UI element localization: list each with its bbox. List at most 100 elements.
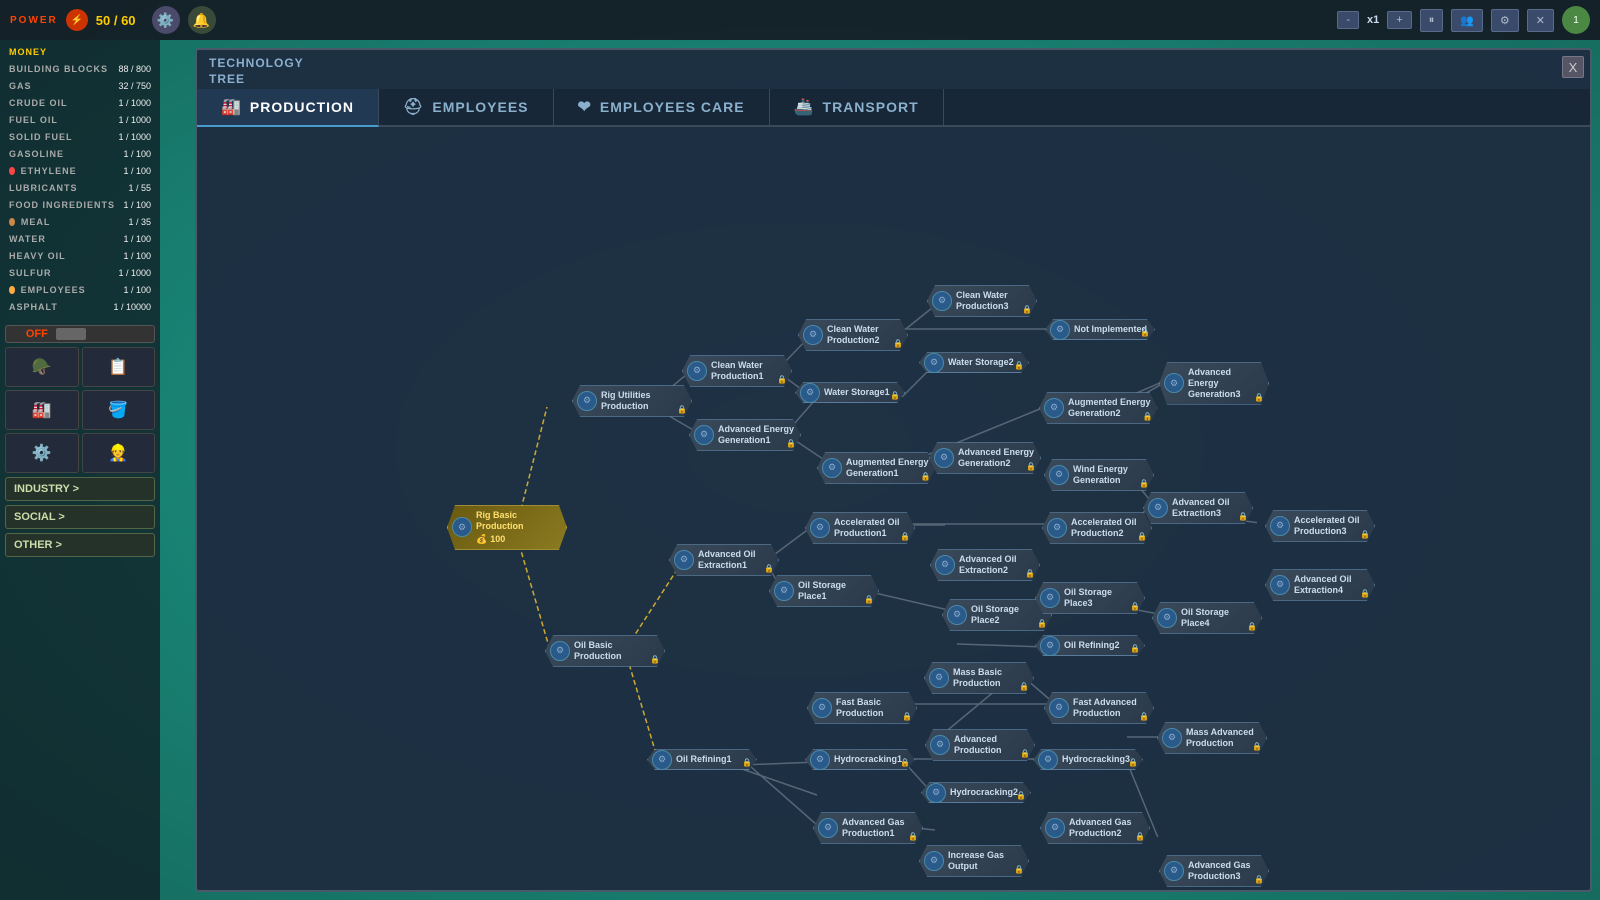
node-adv-gas-1[interactable]: ⚙ Advanced GasProduction1 🔒 <box>813 812 923 844</box>
adv-energy-1-icon: ⚙ <box>694 425 714 445</box>
wind-energy-icon: ⚙ <box>1049 465 1069 485</box>
resource-money: MONEY <box>5 45 155 59</box>
water-storage-1-icon: ⚙ <box>800 383 820 403</box>
node-mass-adv[interactable]: ⚙ Mass AdvancedProduction 🔒 <box>1157 722 1267 754</box>
settings-btn[interactable]: ⚙ <box>1491 9 1519 32</box>
tree-area[interactable]: ⚙ Rig BasicProduction 💰 100 BUY ⚙ Oil Ba… <box>197 127 1590 890</box>
node-adv-energy-2[interactable]: ⚙ Advanced EnergyGeneration2 🔒 <box>929 442 1041 474</box>
production-tab-icon: 🏭 <box>221 97 242 117</box>
speed-minus-btn[interactable]: - <box>1337 11 1359 29</box>
nav-icon-barrel[interactable]: 🪣 <box>82 390 156 430</box>
node-adv-oil-ext-4[interactable]: ⚙ Advanced OilExtraction4 🔒 <box>1265 569 1375 601</box>
node-oil-refining-1[interactable]: ⚙ Oil Refining1 🔒 <box>647 749 757 770</box>
social-menu-btn[interactable]: SOCIAL > <box>5 505 155 529</box>
node-oil-storage-4[interactable]: ⚙ Oil StoragePlace4 🔒 <box>1152 602 1262 634</box>
node-oil-basic[interactable]: ⚙ Oil BasicProduction 🔒 <box>545 635 665 667</box>
sidebar-bottom: ▲ OFF 🪖 📋 🏭 🪣 ⚙️ 👷 INDUSTRY > SOCIAL > O… <box>5 325 155 557</box>
node-aug-energy-1[interactable]: ⚙ Augmented EnergyGeneration1 🔒 <box>817 452 936 484</box>
resource-crude-oil: CRUDE OIL 1 / 1000 <box>5 96 155 110</box>
node-water-storage-2[interactable]: ⚙ Water Storage2 🔒 <box>919 352 1029 373</box>
oil-refining-2-icon: ⚙ <box>1040 636 1060 656</box>
tab-employees[interactable]: ⛑ EMPLOYEES <box>379 89 553 125</box>
other-menu-btn[interactable]: OTHER > <box>5 533 155 557</box>
speed-plus-btn[interactable]: + <box>1387 11 1411 29</box>
tab-production[interactable]: 🏭 PRODUCTION <box>197 89 379 127</box>
nav-icon-grid: 🪖 📋 🏭 🪣 ⚙️ 👷 <box>5 347 155 473</box>
tabs-row: 🏭 PRODUCTION ⛑ EMPLOYEES ❤ EMPLOYEES CAR… <box>197 89 1590 127</box>
inc-gas-icon: ⚙ <box>924 851 944 871</box>
node-oil-storage-3[interactable]: ⚙ Oil StoragePlace3 🔒 <box>1035 582 1145 614</box>
pause-btn[interactable]: ⏸ <box>1420 9 1444 32</box>
resource-lubricants: LUBRICANTS 1 / 55 <box>5 181 155 195</box>
resource-food: FOOD INGREDIENTS 1 / 100 <box>5 198 155 212</box>
node-mass-basic[interactable]: ⚙ Mass BasicProduction 🔒 <box>924 662 1034 694</box>
node-adv-oil-ext-3[interactable]: ⚙ Advanced OilExtraction3 🔒 <box>1143 492 1253 524</box>
adv-oil-ext-4-icon: ⚙ <box>1270 575 1290 595</box>
close-panel-btn[interactable]: X <box>1562 56 1584 78</box>
workers-btn[interactable]: 👥 <box>1451 9 1483 32</box>
node-not-implemented[interactable]: ⚙ Not Implemented 🔒 <box>1045 319 1155 340</box>
oil-refining-1-icon: ⚙ <box>652 750 672 770</box>
node-acc-oil-1[interactable]: ⚙ Accelerated OilProduction1 🔒 <box>805 512 915 544</box>
resource-gasoline: GASOLINE 1 / 100 <box>5 147 155 161</box>
nav-icon-gear[interactable]: ⚙️ <box>5 433 79 473</box>
resource-solid-fuel: SOLID FUEL 1 / 1000 <box>5 130 155 144</box>
node-adv-energy-1[interactable]: ⚙ Advanced EnergyGeneration1 🔒 <box>689 419 801 451</box>
nav-icon-factory[interactable]: 🏭 <box>5 390 79 430</box>
node-inc-gas-output[interactable]: ⚙ Increase GasOutput 🔒 <box>919 845 1029 877</box>
node-rig-basic[interactable]: ⚙ Rig BasicProduction 💰 100 BUY <box>447 505 567 550</box>
top-bar-right: - x1 + ⏸ 👥 ⚙ ✕ 1 <box>1337 6 1590 34</box>
clean-water-3-icon: ⚙ <box>932 291 952 311</box>
node-acc-oil-2[interactable]: ⚙ Accelerated OilProduction2 🔒 <box>1042 512 1152 544</box>
node-wind-energy[interactable]: ⚙ Wind EnergyGeneration 🔒 <box>1044 459 1154 491</box>
node-aug-energy-2[interactable]: ⚙ Augmented EnergyGeneration2 🔒 <box>1039 392 1158 424</box>
resource-water: WATER 1 / 100 <box>5 232 155 246</box>
node-oil-storage-2[interactable]: ⚙ Oil StoragePlace2 🔒 <box>942 599 1052 631</box>
close-top-btn[interactable]: ✕ <box>1527 9 1554 32</box>
tree-canvas: ⚙ Rig BasicProduction 💰 100 BUY ⚙ Oil Ba… <box>207 137 1257 837</box>
node-hydrocracking-2[interactable]: ⚙ Hydrocracking2 🔒 <box>921 782 1031 803</box>
node-water-storage-1[interactable]: ⚙ Water Storage1 🔒 <box>795 382 905 403</box>
tech-panel: TECHNOLOGYTREE X 🏭 PRODUCTION ⛑ EMPLOYEE… <box>195 48 1592 892</box>
node-adv-gas-3[interactable]: ⚙ Advanced GasProduction3 🔒 <box>1159 855 1269 887</box>
node-oil-storage-1[interactable]: ⚙ Oil StoragePlace1 🔒 <box>769 575 879 607</box>
industry-menu-btn[interactable]: INDUSTRY > <box>5 477 155 501</box>
node-adv-production[interactable]: ⚙ AdvancedProduction 🔒 <box>925 729 1035 761</box>
node-hydrocracking-3[interactable]: ⚙ Hydrocracking3 🔒 <box>1033 749 1143 770</box>
tab-transport[interactable]: 🚢 TRANSPORT <box>770 89 944 125</box>
off-toggle[interactable]: ▲ OFF <box>5 325 155 343</box>
node-adv-oil-ext-2[interactable]: ⚙ Advanced OilExtraction2 🔒 <box>930 549 1040 581</box>
top-bar: POWER ⚡ 50 / 60 ⚙️ 🔔 - x1 + ⏸ 👥 ⚙ ✕ 1 <box>0 0 1600 40</box>
adv-oil-ext-2-icon: ⚙ <box>935 555 955 575</box>
nav-icon-plans[interactable]: 📋 <box>82 347 156 387</box>
buy-button[interactable]: BUY <box>575 514 616 540</box>
left-sidebar: MONEY BUILDING BLOCKS 88 / 800 GAS 32 / … <box>0 40 160 900</box>
clean-water-2-icon: ⚙ <box>803 325 823 345</box>
tech-tree-title: TECHNOLOGYTREE <box>209 56 304 87</box>
node-hydrocracking-1[interactable]: ⚙ Hydrocracking1 🔒 <box>805 749 915 770</box>
node-clean-water-2[interactable]: ⚙ Clean WaterProduction2 🔒 <box>798 319 908 351</box>
tab-employees-care[interactable]: ❤ EMPLOYEES CARE <box>554 89 770 125</box>
node-rig-utilities[interactable]: ⚙ Rig UtilitiesProduction 🔒 <box>572 385 692 417</box>
resource-meal: MEAL 1 / 35 <box>5 215 155 229</box>
node-clean-water-1[interactable]: ⚙ Clean WaterProduction1 🔒 <box>682 355 792 387</box>
node-adv-oil-ext-1[interactable]: ⚙ Advanced OilExtraction1 🔒 <box>669 544 779 576</box>
node-clean-water-3[interactable]: ⚙ Clean WaterProduction3 🔒 <box>927 285 1037 317</box>
resource-asphalt: ASPHALT 1 / 10000 <box>5 300 155 314</box>
nav-icon-workers[interactable]: 👷 <box>82 433 156 473</box>
node-acc-oil-3[interactable]: ⚙ Accelerated OilProduction3 🔒 <box>1265 510 1375 542</box>
node-oil-refining-2[interactable]: ⚙ Oil Refining2 🔒 <box>1035 635 1145 656</box>
power-values: 50 / 60 <box>96 13 136 28</box>
node-adv-energy-3[interactable]: ⚙ Advanced EnergyGeneration3 🔒 <box>1159 362 1269 404</box>
transport-tab-icon: 🚢 <box>794 97 815 117</box>
fast-basic-icon: ⚙ <box>812 698 832 718</box>
hydrocracking-2-icon: ⚙ <box>926 783 946 803</box>
bell-icon[interactable]: 🔔 <box>188 6 216 34</box>
node-fast-basic[interactable]: ⚙ Fast BasicProduction 🔒 <box>807 692 917 724</box>
adv-gas-3-icon: ⚙ <box>1164 861 1184 881</box>
nav-icon-hardhat[interactable]: 🪖 <box>5 347 79 387</box>
node-adv-gas-2[interactable]: ⚙ Advanced GasProduction2 🔒 <box>1040 812 1150 844</box>
resource-sulfur: SULFUR 1 / 1000 <box>5 266 155 280</box>
node-fast-adv[interactable]: ⚙ Fast AdvancedProduction 🔒 <box>1044 692 1154 724</box>
settings-icon-top[interactable]: ⚙️ <box>152 6 180 34</box>
